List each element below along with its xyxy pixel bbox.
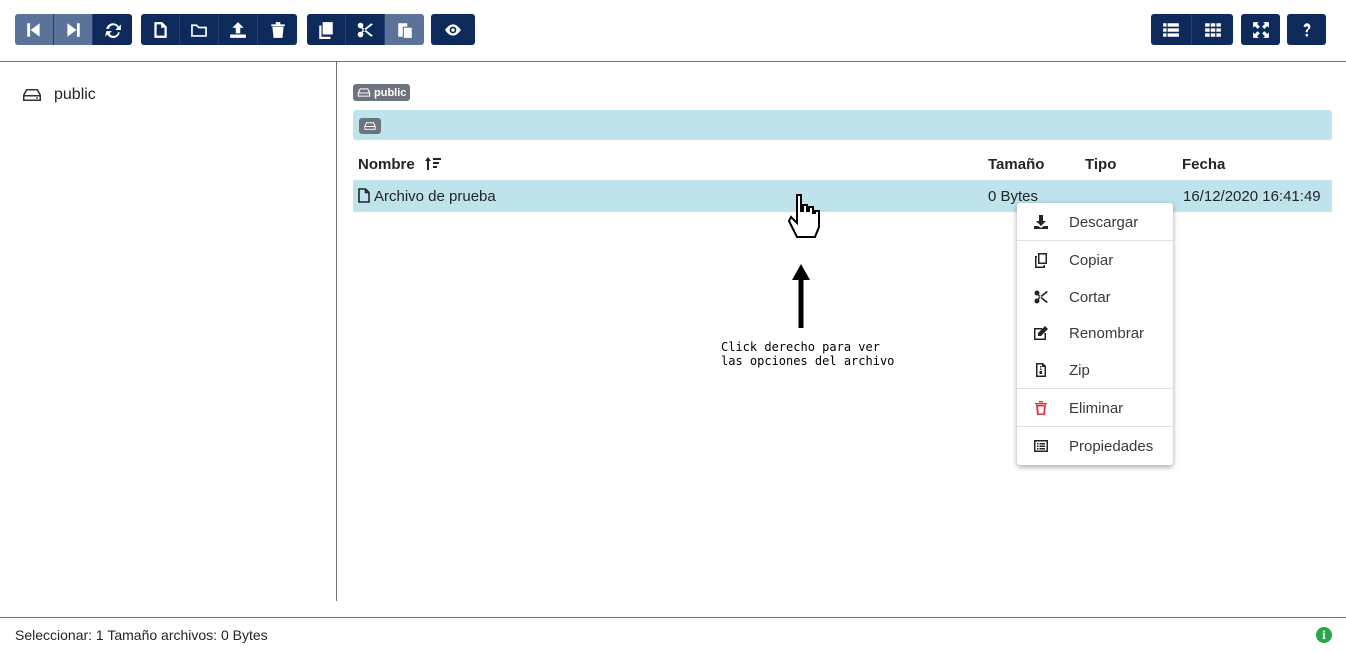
folder-tree: public <box>0 62 337 601</box>
copy-icon <box>319 21 333 39</box>
fullscreen-group <box>1241 14 1280 45</box>
menu-divider <box>1017 426 1173 427</box>
fullscreen-button[interactable] <box>1241 14 1280 45</box>
menu-item-cut[interactable]: Cortar <box>1017 279 1173 315</box>
download-icon <box>1034 215 1048 229</box>
hand-cursor-icon <box>787 194 820 238</box>
column-header-name[interactable]: Nombre <box>358 156 441 173</box>
paste-button[interactable] <box>385 14 424 45</box>
status-text: Seleccionar: 1 Tamaño archivos: 0 Bytes <box>15 627 268 643</box>
navigation-group <box>15 14 132 45</box>
properties-icon <box>1034 440 1048 452</box>
disk-icon <box>364 122 376 130</box>
back-button[interactable] <box>15 14 54 45</box>
list-view-icon <box>1163 22 1179 37</box>
refresh-icon <box>104 22 121 38</box>
breadcrumb-label: public <box>374 86 407 99</box>
context-menu: Descargar Copiar Cortar Renombrar Zip El… <box>1017 203 1173 465</box>
menu-divider <box>1017 240 1173 241</box>
menu-item-zip[interactable]: Zip <box>1017 352 1173 388</box>
upload-button[interactable] <box>219 14 258 45</box>
toolbar <box>0 0 1346 62</box>
copy-icon <box>1035 253 1047 268</box>
preview-button[interactable] <box>431 14 475 45</box>
new-file-icon <box>154 21 167 38</box>
fullscreen-icon <box>1252 21 1269 38</box>
back-icon <box>27 22 40 37</box>
zip-icon <box>1036 363 1046 377</box>
layout-group <box>1151 14 1233 45</box>
help-group <box>1287 14 1326 45</box>
breadcrumb[interactable]: public <box>353 84 411 101</box>
file-date-cell: 16/12/2020 16:41:49 <box>1183 188 1321 205</box>
forward-icon <box>67 22 80 37</box>
cut-icon <box>357 22 373 37</box>
menu-item-download[interactable]: Descargar <box>1017 204 1173 240</box>
view-group <box>431 14 475 45</box>
path-bar[interactable] <box>353 110 1332 140</box>
menu-item-delete[interactable]: Eliminar <box>1017 390 1173 426</box>
menu-item-rename[interactable]: Renombrar <box>1017 315 1173 351</box>
clipboard-group <box>307 14 424 45</box>
menu-divider <box>1017 388 1173 389</box>
column-header-type[interactable]: Tipo <box>1085 156 1116 173</box>
edit-icon <box>1034 326 1048 340</box>
column-header-date[interactable]: Fecha <box>1182 156 1225 173</box>
copy-button[interactable] <box>307 14 346 45</box>
new-folder-icon <box>191 23 207 37</box>
preview-icon <box>445 23 461 36</box>
table-row[interactable]: Archivo de prueba 0 Bytes 16/12/2020 16:… <box>353 180 1332 212</box>
cut-button[interactable] <box>346 14 385 45</box>
tree-item-public[interactable]: public <box>22 86 96 104</box>
delete-button[interactable] <box>258 14 297 45</box>
tree-item-label: public <box>54 86 96 103</box>
delete-icon <box>270 21 285 38</box>
file-actions-group <box>141 14 297 45</box>
info-icon[interactable]: i <box>1316 627 1332 643</box>
column-header-size[interactable]: Tamaño <box>988 156 1044 173</box>
up-arrow-icon <box>792 264 810 328</box>
file-name-cell: Archivo de prueba <box>358 188 496 205</box>
upload-icon <box>230 21 246 38</box>
grid-view-icon <box>1204 22 1221 37</box>
sort-ascending-icon <box>424 157 441 170</box>
annotation-text: Click derecho para ver las opciones del … <box>721 340 895 368</box>
trash-icon <box>1035 401 1047 415</box>
grid-view-button[interactable] <box>1192 14 1233 45</box>
root-button[interactable] <box>359 118 381 134</box>
new-folder-button[interactable] <box>180 14 219 45</box>
new-file-button[interactable] <box>141 14 180 45</box>
help-button[interactable] <box>1287 14 1326 45</box>
status-bar: Seleccionar: 1 Tamaño archivos: 0 Bytes … <box>0 617 1346 652</box>
paste-icon <box>397 22 412 38</box>
help-icon <box>1303 22 1310 36</box>
file-icon <box>358 188 370 203</box>
disk-icon <box>23 89 41 101</box>
cut-icon <box>1034 290 1048 304</box>
forward-button[interactable] <box>54 14 93 45</box>
refresh-button[interactable] <box>93 14 132 45</box>
list-view-button[interactable] <box>1151 14 1192 45</box>
menu-item-properties[interactable]: Propiedades <box>1017 428 1173 464</box>
disk-icon <box>357 88 371 97</box>
menu-item-copy[interactable]: Copiar <box>1017 242 1173 278</box>
